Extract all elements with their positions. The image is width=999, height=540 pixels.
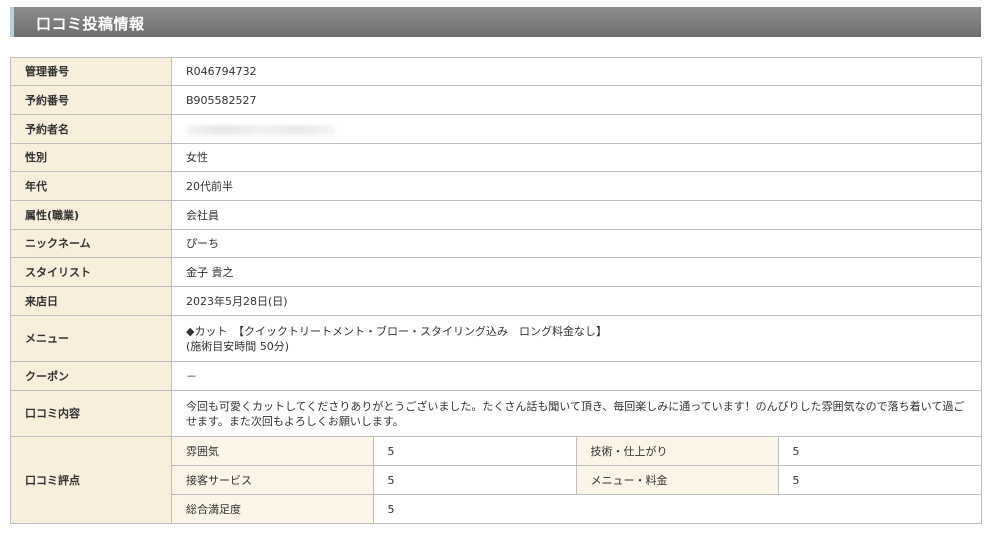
rating-label-overall: 総合満足度	[172, 494, 374, 523]
value-stylist: 金子 貴之	[171, 257, 982, 287]
value-management-number: R046794732	[171, 57, 982, 86]
row-menu: メニュー ◆カット 【クイックトリートメント・ブロー・スタイリング込み ロング料…	[10, 315, 982, 362]
menu-line-2: (施術目安時間 50分)	[186, 339, 290, 353]
value-coupon: －	[171, 361, 982, 391]
rating-value-service: 5	[373, 465, 577, 495]
row-reservation-number: 予約番号 B905582527	[10, 85, 982, 115]
label-review-rating: 口コミ評点	[10, 436, 172, 524]
label-occupation: 属性(職業)	[10, 200, 172, 230]
label-reserver-name: 予約者名	[10, 114, 172, 144]
rating-cell: 雰囲気 5 技術・仕上がり 5 接客サービス 5 メニュー・料金 5 総合満足度…	[171, 436, 982, 524]
label-nickname: ニックネーム	[10, 229, 172, 258]
value-reservation-number: B905582527	[171, 85, 982, 115]
label-menu: メニュー	[10, 315, 172, 362]
row-visit-date: 来店日 2023年5月28日(日)	[10, 286, 982, 316]
rating-value-atmosphere: 5	[373, 437, 577, 466]
label-coupon: クーポン	[10, 361, 172, 391]
value-occupation: 会社員	[171, 200, 982, 230]
value-reserver-name	[171, 114, 982, 144]
section-header: 口コミ投稿情報	[10, 7, 981, 37]
label-visit-date: 来店日	[10, 286, 172, 316]
row-coupon: クーポン －	[10, 361, 982, 391]
label-gender: 性別	[10, 143, 172, 172]
redacted-name	[186, 124, 336, 135]
value-gender: 女性	[171, 143, 982, 172]
row-age: 年代 20代前半	[10, 171, 982, 201]
section-title: 口コミ投稿情報	[36, 15, 145, 33]
rating-label-menu-price: メニュー・料金	[576, 465, 779, 495]
row-nickname: ニックネーム ぴーち	[10, 229, 982, 258]
menu-line-1: ◆カット 【クイックトリートメント・ブロー・スタイリング込み ロング料金なし】	[186, 324, 607, 338]
row-occupation: 属性(職業) 会社員	[10, 200, 982, 230]
label-review-content: 口コミ内容	[10, 390, 172, 437]
row-review-content: 口コミ内容 今回も可愛くカットしてくださりありがとうございました。たくさん話も聞…	[10, 390, 982, 437]
value-visit-date: 2023年5月28日(日)	[171, 286, 982, 316]
row-management-number: 管理番号 R046794732	[10, 57, 982, 86]
row-review-rating: 口コミ評点 雰囲気 5 技術・仕上がり 5 接客サービス 5 メニュー・料金 5…	[10, 436, 982, 524]
rating-label-technique: 技術・仕上がり	[576, 437, 779, 466]
rating-value-overall: 5	[387, 502, 395, 516]
rating-value-menu-price: 5	[778, 465, 982, 495]
row-gender: 性別 女性	[10, 143, 982, 172]
rating-label-service: 接客サービス	[172, 465, 374, 495]
row-stylist: スタイリスト 金子 貴之	[10, 257, 982, 287]
rating-value-technique: 5	[778, 437, 982, 466]
label-management-number: 管理番号	[10, 57, 172, 86]
rating-label-atmosphere: 雰囲気	[172, 437, 374, 466]
value-nickname: ぴーち	[171, 229, 982, 258]
label-stylist: スタイリスト	[10, 257, 172, 287]
value-menu: ◆カット 【クイックトリートメント・ブロー・スタイリング込み ロング料金なし】 …	[171, 315, 982, 362]
value-age: 20代前半	[171, 171, 982, 201]
review-info-table: 管理番号 R046794732 予約番号 B905582527 予約者名 性別 …	[10, 57, 982, 524]
label-age: 年代	[10, 171, 172, 201]
value-review-content: 今回も可愛くカットしてくださりありがとうございました。たくさん話も聞いて頂き、毎…	[171, 390, 982, 437]
row-reserver-name: 予約者名	[10, 114, 982, 144]
label-reservation-number: 予約番号	[10, 85, 172, 115]
rating-subtable: 雰囲気 5 技術・仕上がり 5 接客サービス 5 メニュー・料金 5 総合満足度…	[172, 437, 982, 523]
